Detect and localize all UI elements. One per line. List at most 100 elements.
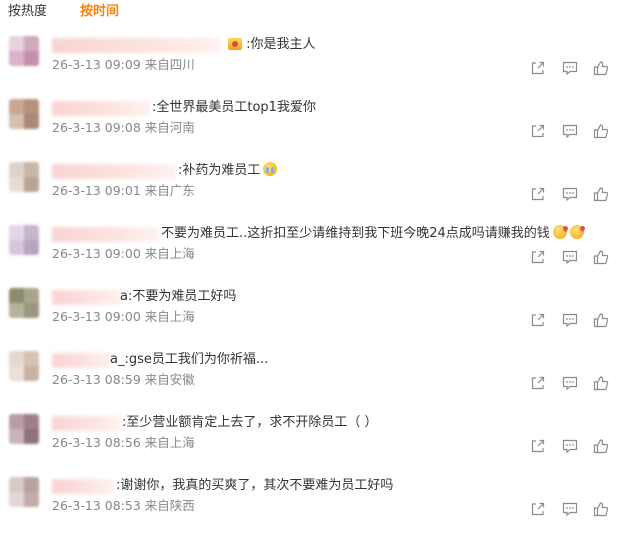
like-icon[interactable]	[593, 60, 609, 76]
comment-text: :谢谢你，我真的买爽了，其次不要难为员工好吗	[116, 478, 394, 493]
like-icon[interactable]	[593, 375, 609, 391]
avatar[interactable]	[9, 36, 39, 66]
comment-icon[interactable]	[562, 186, 578, 202]
share-icon[interactable]	[530, 60, 546, 76]
comment-icon[interactable]	[562, 312, 578, 328]
avatar[interactable]	[9, 414, 39, 444]
comment-item: :全世界最美员工top1我爱你 26-3-13 09:08 来自河南	[0, 93, 623, 156]
comment-icon[interactable]	[562, 438, 578, 454]
comment-text: a_:gse员工我们为你祈福...	[110, 352, 269, 367]
comment-source: 来自上海	[144, 246, 195, 261]
username-blurred[interactable]	[52, 479, 114, 494]
like-icon[interactable]	[593, 501, 609, 517]
comment-meta: 26-3-13 09:08 来自河南	[52, 119, 195, 137]
share-icon[interactable]	[530, 186, 546, 202]
avatar[interactable]	[9, 351, 39, 381]
username-blurred[interactable]	[52, 38, 220, 53]
comment-text-line: a_:gse员工我们为你祈福...	[110, 350, 268, 370]
comment-item: 不要为难员工..这折扣至少请维持到我下班今晚24点成吗请赚我的钱 26-3-13…	[0, 219, 623, 282]
comment-text: :全世界最美员工top1我爱你	[152, 100, 316, 115]
comment-actions	[530, 186, 616, 202]
comment-source: 来自广东	[144, 183, 195, 198]
comment-actions	[530, 60, 616, 76]
share-icon[interactable]	[530, 438, 546, 454]
comment-actions	[530, 438, 616, 454]
like-icon[interactable]	[593, 249, 609, 265]
comment-text-line: :你是我主人	[225, 35, 316, 55]
comment-time: 26-3-13 09:08	[52, 120, 141, 135]
comment-meta: 26-3-13 08:53 来自陕西	[52, 497, 195, 515]
like-icon[interactable]	[593, 312, 609, 328]
comment-source: 来自安徽	[144, 372, 195, 387]
crown-emoji-icon	[228, 38, 242, 50]
share-icon[interactable]	[530, 249, 546, 265]
sort-bar: 按热度 按时间	[0, 0, 623, 24]
avatar[interactable]	[9, 99, 39, 129]
comment-meta: 26-3-13 09:00 来自上海	[52, 245, 195, 263]
avatar[interactable]	[9, 162, 39, 192]
comment-text-line: :至少营业额肯定上去了，求不开除员工（ ）	[122, 413, 378, 433]
avatar[interactable]	[9, 225, 39, 255]
comment-actions	[530, 249, 616, 265]
comment-time: 26-3-13 08:53	[52, 498, 141, 513]
kissing-emoji-icon	[552, 225, 567, 239]
comment-time: 26-3-13 09:01	[52, 183, 141, 198]
comment-icon[interactable]	[562, 60, 578, 76]
like-icon[interactable]	[593, 186, 609, 202]
comment-actions	[530, 501, 616, 517]
comment-item: a_:gse员工我们为你祈福... 26-3-13 08:59 来自安徽	[0, 345, 623, 408]
comment-meta: 26-3-13 08:56 来自上海	[52, 434, 195, 452]
comment-source: 来自上海	[144, 435, 195, 450]
tab-sort-by-popularity[interactable]: 按热度	[8, 4, 47, 20]
share-icon[interactable]	[530, 123, 546, 139]
comment-time: 26-3-13 09:00	[52, 309, 141, 324]
username-blurred[interactable]	[52, 353, 112, 368]
comment-icon[interactable]	[562, 249, 578, 265]
like-icon[interactable]	[593, 438, 609, 454]
tab-sort-by-time[interactable]: 按时间	[80, 4, 119, 20]
avatar[interactable]	[9, 288, 39, 318]
comment-item: :你是我主人 26-3-13 09:09 来自四川	[0, 30, 623, 93]
username-blurred[interactable]	[52, 101, 150, 116]
username-blurred[interactable]	[52, 416, 120, 431]
avatar[interactable]	[9, 477, 39, 507]
comment-meta: 26-3-13 09:09 来自四川	[52, 56, 195, 74]
crying-emoji-icon	[263, 162, 278, 176]
comment-time: 26-3-13 09:09	[52, 57, 141, 72]
comment-actions	[530, 123, 616, 139]
comment-item: a:不要为难员工好吗 26-3-13 09:00 来自上海	[0, 282, 623, 345]
comment-text-line: :全世界最美员工top1我爱你	[152, 98, 316, 118]
comment-time: 26-3-13 09:00	[52, 246, 141, 261]
comment-text-line: :谢谢你，我真的买爽了，其次不要难为员工好吗	[116, 476, 393, 496]
comment-text-line: a:不要为难员工好吗	[120, 287, 236, 307]
comment-item: :谢谢你，我真的买爽了，其次不要难为员工好吗 26-3-13 08:53 来自陕…	[0, 471, 623, 534]
comment-text: :补药为难员工	[178, 163, 261, 178]
comment-meta: 26-3-13 09:01 来自广东	[52, 182, 195, 200]
comment-time: 26-3-13 08:56	[52, 435, 141, 450]
comment-meta: 26-3-13 09:00 来自上海	[52, 308, 195, 326]
share-icon[interactable]	[530, 312, 546, 328]
comment-icon[interactable]	[562, 375, 578, 391]
share-icon[interactable]	[530, 375, 546, 391]
like-icon[interactable]	[593, 123, 609, 139]
share-icon[interactable]	[530, 501, 546, 517]
comment-text: 不要为难员工..这折扣至少请维持到我下班今晚24点成吗请赚我的钱	[161, 226, 550, 241]
comment-source: 来自陕西	[144, 498, 195, 513]
comment-icon[interactable]	[562, 123, 578, 139]
username-blurred[interactable]	[52, 227, 158, 242]
comment-text: :你是我主人	[246, 37, 316, 52]
username-blurred[interactable]	[52, 290, 122, 305]
comment-text-line: 不要为难员工..这折扣至少请维持到我下班今晚24点成吗请赚我的钱	[161, 224, 584, 244]
comment-time: 26-3-13 08:59	[52, 372, 141, 387]
comment-source: 来自河南	[144, 120, 195, 135]
comment-text: :至少营业额肯定上去了，求不开除员工（ ）	[122, 415, 378, 430]
comment-source: 来自四川	[144, 57, 195, 72]
comment-meta: 26-3-13 08:59 来自安徽	[52, 371, 195, 389]
comment-source: 来自上海	[144, 309, 195, 324]
comment-text: a:不要为难员工好吗	[120, 289, 237, 304]
comment-actions	[530, 375, 616, 391]
username-blurred[interactable]	[52, 164, 176, 179]
comment-icon[interactable]	[562, 501, 578, 517]
comment-actions	[530, 312, 616, 328]
comment-item: :至少营业额肯定上去了，求不开除员工（ ） 26-3-13 08:56 来自上海	[0, 408, 623, 471]
